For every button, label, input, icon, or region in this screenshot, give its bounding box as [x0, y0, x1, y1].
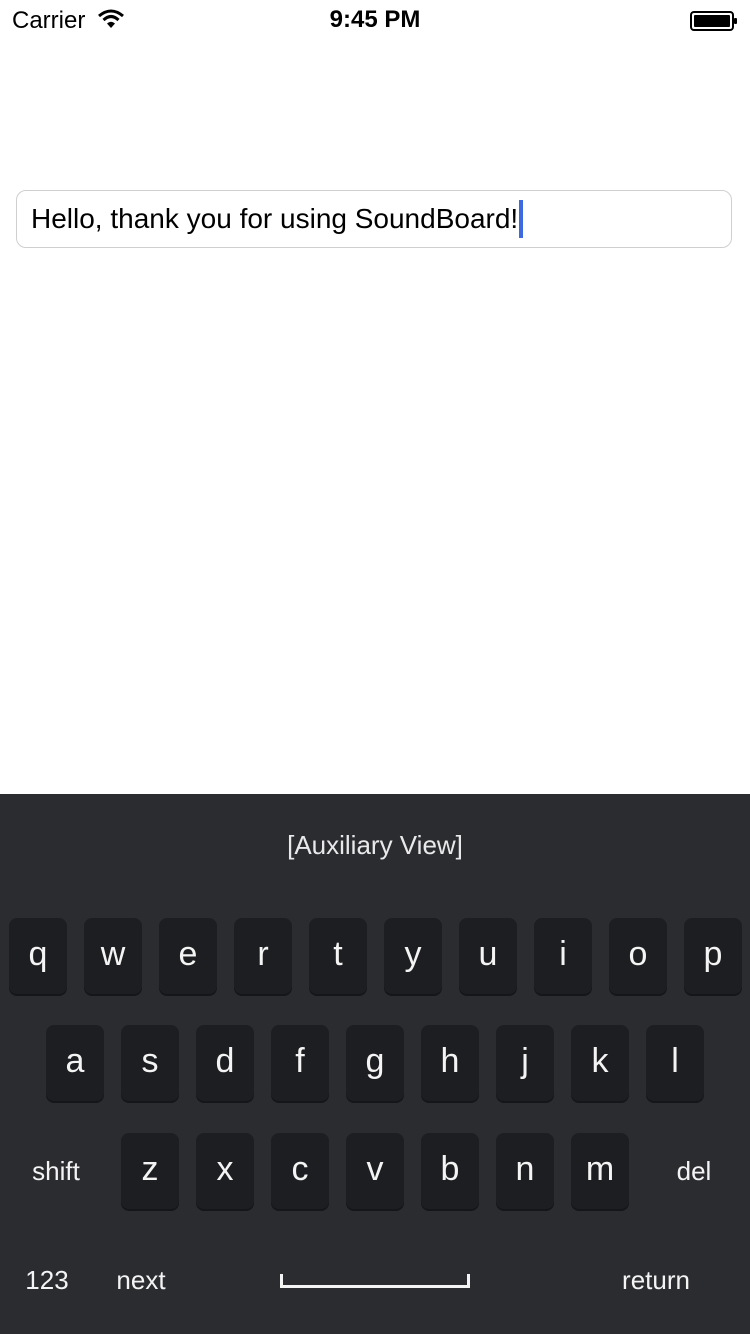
key-d[interactable]: d: [196, 1025, 254, 1101]
key-b[interactable]: b: [421, 1133, 479, 1209]
key-r[interactable]: r: [234, 918, 292, 994]
space-bar[interactable]: [280, 1274, 470, 1288]
key-k[interactable]: k: [571, 1025, 629, 1101]
message-text-field[interactable]: Hello, thank you for using SoundBoard!: [16, 190, 732, 248]
next-key[interactable]: next: [96, 1242, 186, 1318]
text-field-value: Hello, thank you for using SoundBoard!: [31, 203, 519, 234]
key-y[interactable]: y: [384, 918, 442, 994]
key-s[interactable]: s: [121, 1025, 179, 1101]
delete-key[interactable]: del: [648, 1133, 740, 1209]
status-time: 9:45 PM: [329, 6, 421, 33]
key-p[interactable]: p: [684, 918, 742, 994]
key-l[interactable]: l: [646, 1025, 704, 1101]
battery-full-icon: [690, 11, 737, 31]
return-key[interactable]: return: [600, 1242, 712, 1318]
key-q[interactable]: q: [9, 918, 67, 994]
key-o[interactable]: o: [609, 918, 667, 994]
key-u[interactable]: u: [459, 918, 517, 994]
numbers-key[interactable]: 123: [10, 1242, 84, 1318]
key-m[interactable]: m: [571, 1133, 629, 1209]
key-t[interactable]: t: [309, 918, 367, 994]
screen: Carrier 9:45 PM Hello, thank you for usi…: [0, 0, 750, 1334]
auxiliary-view-label: [Auxiliary View]: [287, 830, 463, 860]
key-z[interactable]: z: [121, 1133, 179, 1209]
key-x[interactable]: x: [196, 1133, 254, 1209]
key-j[interactable]: j: [496, 1025, 554, 1101]
keyboard: [Auxiliary View] q w e r t y u i o p a s…: [0, 794, 750, 1334]
key-a[interactable]: a: [46, 1025, 104, 1101]
text-caret: [519, 200, 524, 238]
key-i[interactable]: i: [534, 918, 592, 994]
key-e[interactable]: e: [159, 918, 217, 994]
key-n[interactable]: n: [496, 1133, 554, 1209]
key-h[interactable]: h: [421, 1025, 479, 1101]
key-w[interactable]: w: [84, 918, 142, 994]
shift-key[interactable]: shift: [10, 1133, 102, 1209]
key-v[interactable]: v: [346, 1133, 404, 1209]
status-bar: Carrier 9:45 PM: [0, 0, 750, 40]
key-f[interactable]: f: [271, 1025, 329, 1101]
key-g[interactable]: g: [346, 1025, 404, 1101]
key-c[interactable]: c: [271, 1133, 329, 1209]
